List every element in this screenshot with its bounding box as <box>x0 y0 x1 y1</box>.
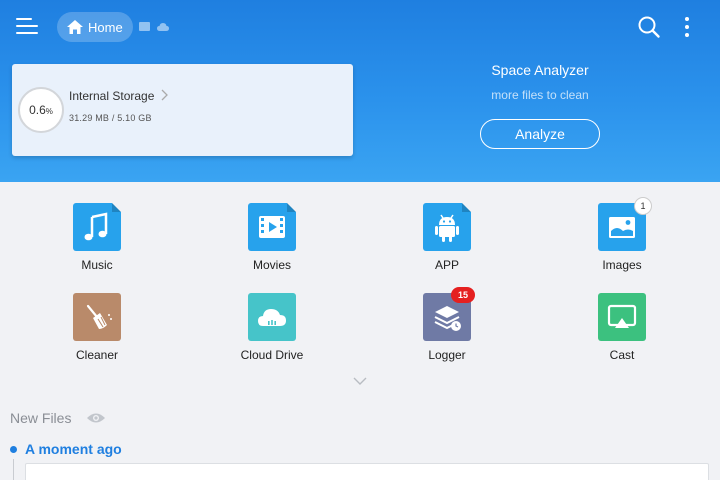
category-logger[interactable]: 15 Logger <box>386 287 506 369</box>
storage-percent-unit: % <box>45 106 53 116</box>
search-button[interactable] <box>637 15 661 39</box>
chevron-right-icon <box>161 89 168 101</box>
recent-files-card[interactable] <box>25 463 709 480</box>
category-label: Cast <box>609 348 635 362</box>
category-cast[interactable]: Cast <box>561 293 681 369</box>
storage-size: 31.29 MB / 5.10 GB <box>69 113 152 123</box>
more-vert-icon-dot <box>685 25 689 29</box>
window-icon <box>139 22 150 31</box>
more-vert-icon <box>685 17 689 21</box>
storage-percent: 0.6% <box>20 89 62 131</box>
storage-percent-value: 0.6 <box>29 103 46 117</box>
space-analyzer-subtitle: more files to clean <box>491 88 589 102</box>
eye-icon[interactable] <box>86 411 106 425</box>
timeline-group-label: A moment ago <box>25 441 122 457</box>
timeline-line <box>13 459 14 480</box>
more-vert-icon-dot <box>685 33 689 37</box>
category-label: Cleaner <box>75 348 119 362</box>
menu-icon-line <box>16 32 38 34</box>
image-icon: 1 <box>598 197 652 251</box>
images-count-badge: 1 <box>634 197 652 215</box>
cast-icon <box>598 293 646 341</box>
top-bar: Home <box>0 0 720 54</box>
window-cloud-icons[interactable] <box>139 21 175 33</box>
category-cleaner[interactable]: Cleaner <box>36 293 156 369</box>
android-icon <box>423 203 471 251</box>
logger-count-badge: 15 <box>451 287 475 303</box>
movie-icon <box>248 203 296 251</box>
home-breadcrumb[interactable]: Home <box>57 12 133 42</box>
category-label: Music <box>81 258 113 272</box>
category-label: Cloud Drive <box>240 348 304 362</box>
category-label: Logger <box>428 348 466 362</box>
category-label: APP <box>434 258 459 272</box>
more-options-button[interactable] <box>682 15 692 39</box>
new-files-heading: New Files <box>10 410 72 426</box>
music-icon <box>73 203 121 251</box>
timeline-dot <box>10 446 17 453</box>
category-cloud-drive[interactable]: Cloud Drive <box>211 293 331 369</box>
home-icon <box>67 20 83 34</box>
storage-usage-gauge: 0.6% <box>18 87 64 133</box>
menu-button[interactable] <box>16 16 40 36</box>
category-music[interactable]: Music <box>36 203 156 279</box>
category-movies[interactable]: Movies <box>211 203 331 279</box>
analyze-button[interactable]: Analyze <box>480 119 600 149</box>
category-label: Images <box>602 258 642 272</box>
internal-storage-card[interactable]: 0.6% Internal Storage 31.29 MB / 5.10 GB <box>12 64 353 156</box>
expand-chevron-down-icon[interactable] <box>353 376 367 386</box>
category-label: Movies <box>252 258 291 272</box>
menu-icon <box>16 18 32 20</box>
category-grid: Music Movies APP 1 Images Cleaner Cloud … <box>0 182 720 392</box>
storage-title: Internal Storage <box>69 89 155 103</box>
space-analyzer-title: Space Analyzer <box>491 62 589 78</box>
header: Home 0.6% Internal Storage 31.29 MB / 5.… <box>0 0 720 182</box>
broom-icon <box>73 293 121 341</box>
category-images[interactable]: 1 Images <box>561 197 681 279</box>
category-app[interactable]: APP <box>386 203 506 279</box>
home-label: Home <box>88 19 123 35</box>
cloud-icon <box>248 293 296 341</box>
cloud-icon <box>157 23 169 31</box>
logger-icon: 15 <box>423 287 475 341</box>
menu-icon-line <box>16 25 38 27</box>
